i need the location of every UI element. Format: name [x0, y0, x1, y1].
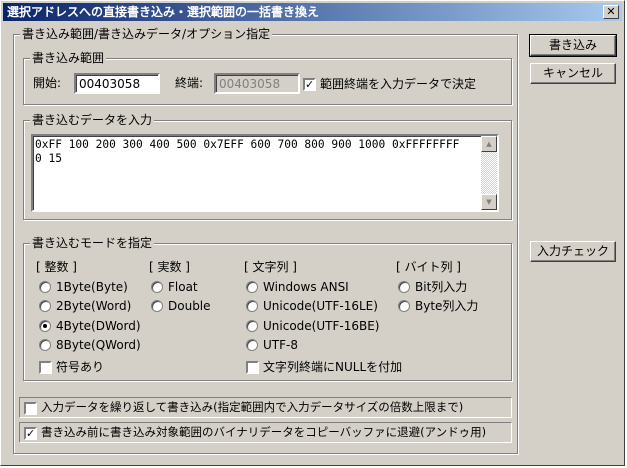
data-input-legend: 書き込むデータを入力 [30, 113, 155, 127]
radio-double[interactable] [151, 300, 163, 312]
scroll-up-button[interactable]: ▲ [481, 136, 497, 152]
null-terminate-checkbox[interactable] [246, 361, 259, 374]
radio-1byte[interactable] [39, 281, 51, 293]
title-bar: 選択アドレスへの直接書き込み・選択範囲の一括書き換え ✕ [3, 3, 622, 21]
radio-1byte-label: 1Byte(Byte) [56, 280, 128, 294]
scroll-down-button[interactable]: ▼ [481, 194, 497, 210]
string-header: [ 文字列 ] [244, 260, 297, 274]
radio-4byte-label: 4Byte(DWord) [56, 319, 141, 333]
bytes-header: [ バイト列 ] [396, 260, 461, 274]
radio-utf16be[interactable] [246, 320, 258, 332]
vertical-scrollbar[interactable]: ▲ ▼ [481, 136, 497, 210]
backup-checkbox[interactable]: ✓ [24, 427, 37, 440]
end-label: 終端: [175, 76, 204, 90]
outer-group-legend: 書き込み範囲/書き込みデータ/オプション指定 [20, 27, 273, 41]
radio-utf8[interactable] [246, 339, 258, 351]
data-text: 0xFF 100 200 300 400 500 0x7EFF 600 700 … [35, 138, 460, 165]
radio-8byte[interactable] [39, 339, 51, 351]
radio-8byte-label: 8Byte(QWord) [56, 338, 141, 352]
input-check-button[interactable]: 入力チェック [530, 241, 616, 262]
scroll-up-icon: ▲ [486, 140, 492, 148]
radio-byte-array-label: Byte列入力 [415, 299, 479, 313]
radio-float[interactable] [151, 281, 163, 293]
repeat-label: 入力データを繰り返して書き込み(指定範囲内で入力データサイズの倍数上限まで) [41, 400, 464, 414]
radio-bit-array-label: Bit列入力 [415, 280, 468, 294]
radio-utf16be-label: Unicode(UTF-16BE) [263, 319, 380, 333]
radio-2byte[interactable] [39, 300, 51, 312]
check-mark-icon: ✓ [305, 78, 315, 91]
radio-byte-array[interactable] [398, 300, 410, 312]
window-title: 選択アドレスへの直接書き込み・選択範囲の一括書き換え [7, 5, 320, 19]
start-address-input[interactable]: 00403058 [74, 73, 160, 94]
check-mark-icon: ✓ [26, 427, 36, 440]
signed-checkbox[interactable] [39, 361, 52, 374]
radio-4byte[interactable] [39, 320, 51, 332]
radio-2byte-label: 2Byte(Word) [56, 299, 132, 313]
range-group-legend: 書き込み範囲 [30, 51, 107, 65]
mode-group-legend: 書き込むモードを指定 [30, 236, 155, 250]
end-address-input: 00403058 [214, 73, 300, 94]
write-button[interactable]: 書き込み [529, 34, 617, 57]
real-header: [ 実数 ] [149, 260, 190, 274]
radio-float-label: Float [168, 280, 198, 294]
close-button[interactable]: ✕ [603, 5, 619, 19]
null-terminate-label: 文字列終端にNULLを付加 [263, 360, 403, 374]
scroll-down-icon: ▼ [486, 198, 492, 206]
radio-utf16le[interactable] [246, 300, 258, 312]
cancel-button[interactable]: キャンセル [530, 63, 616, 84]
repeat-checkbox[interactable] [24, 402, 37, 415]
radio-utf16le-label: Unicode(UTF-16LE) [263, 299, 378, 313]
data-textarea[interactable]: 0xFF 100 200 300 400 500 0x7EFF 600 700 … [31, 134, 499, 212]
radio-double-label: Double [168, 299, 211, 313]
backup-label: 書き込み前に書き込み対象範囲のバイナリデータをコピーバッファに退避(アンドゥ用) [41, 425, 487, 439]
radio-ansi-label: Windows ANSI [263, 280, 349, 294]
radio-ansi[interactable] [246, 281, 258, 293]
signed-label: 符号あり [56, 360, 105, 374]
dialog-window: 選択アドレスへの直接書き込み・選択範囲の一括書き換え ✕ 書き込み範囲/書き込み… [0, 0, 625, 466]
radio-bit-array[interactable] [398, 281, 410, 293]
radio-selected-dot [43, 324, 47, 328]
integer-header: [ 整数 ] [36, 260, 77, 274]
auto-end-checkbox[interactable]: ✓ [303, 78, 316, 91]
start-label: 開始: [33, 76, 62, 90]
radio-utf8-label: UTF-8 [263, 338, 298, 352]
auto-end-label: 範囲終端を入力データで決定 [320, 77, 477, 91]
close-icon: ✕ [606, 5, 616, 18]
